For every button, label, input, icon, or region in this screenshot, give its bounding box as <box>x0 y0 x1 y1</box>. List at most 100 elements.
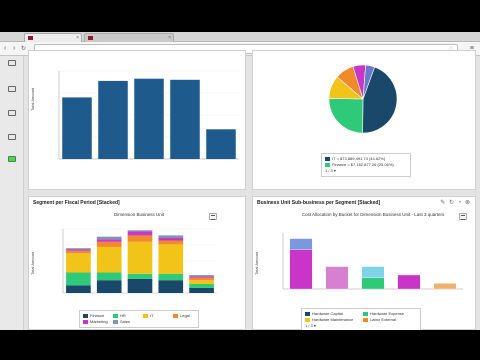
stacked-legend: Finance HR IT Legal Marketing Sales <box>79 310 199 328</box>
stacked-bar-segment <box>66 272 91 286</box>
stacked-bar-segment <box>127 230 153 232</box>
legend-item[interactable]: IT <box>143 313 173 319</box>
stacked-bar-segment <box>96 272 122 281</box>
app-sidebar <box>0 56 24 330</box>
stacked-bar-segment <box>66 249 91 251</box>
legend-label: Marketing <box>90 319 108 324</box>
stacked-bar-segment <box>96 246 122 273</box>
browser-window: × × ‹ › ↻ ☆ ≡ <box>0 32 480 330</box>
pie-slice <box>328 98 364 134</box>
legend-swatch <box>83 313 88 318</box>
panel-top-right: IT = $73,889,491.74 (44.62%) Finance = $… <box>252 50 476 190</box>
legend-item[interactable]: Legal <box>173 313 193 319</box>
stacked-bar-segment <box>158 280 184 293</box>
stacked-bar-segment <box>96 280 122 293</box>
legend-item[interactable]: Sales <box>113 319 143 325</box>
cost-allocation-chart <box>282 233 463 290</box>
bar-segment <box>325 266 349 290</box>
legend-label: Hardware Expense <box>370 311 405 316</box>
panel-top-left: Total Amount <box>28 50 246 190</box>
legend-swatch <box>325 156 330 161</box>
legend-label: HR <box>120 313 126 318</box>
stacked-bar-segment <box>127 231 153 236</box>
legend-swatch <box>83 319 88 324</box>
legend-label: Finance = $7,162,877.26 (25.06%) <box>332 162 394 167</box>
book-icon <box>8 134 16 140</box>
stacked-bar-segment <box>189 275 214 277</box>
stacked-bar-segment <box>96 239 122 242</box>
bar <box>62 97 92 159</box>
favicon-icon <box>28 36 33 40</box>
legend-swatch <box>113 319 118 324</box>
sidebar-item-3[interactable] <box>2 110 22 117</box>
legend-item[interactable]: Marketing <box>83 319 113 325</box>
stacked-bar-segment <box>66 248 91 250</box>
legend-pager[interactable]: 1 / 3 ▾ <box>305 323 417 329</box>
stacked-bar-segment <box>189 284 214 288</box>
stacked-bar-segment <box>96 241 122 247</box>
sidebar-item-2[interactable] <box>2 86 22 93</box>
browser-tab[interactable]: × <box>84 33 174 42</box>
stacked-bar-segment <box>96 236 122 240</box>
tab-strip: × × <box>0 32 480 42</box>
stacked-bar-segment <box>189 280 214 285</box>
stacked-bar-segment <box>158 235 184 238</box>
stacked-bar-segment <box>158 273 184 281</box>
close-icon[interactable]: × <box>168 35 171 41</box>
stacked-bar-segment <box>189 276 214 278</box>
reload-icon[interactable]: ↻ <box>21 45 26 52</box>
save-icon <box>8 156 16 162</box>
screen-bottom-bar <box>0 330 480 360</box>
bar-segment <box>433 283 457 290</box>
legend-swatch <box>305 317 310 322</box>
document-icon <box>8 86 16 92</box>
legend-swatch <box>325 162 330 167</box>
sidebar-item-5[interactable] <box>2 156 22 163</box>
legend-item[interactable]: Labor External <box>363 317 421 323</box>
back-icon[interactable]: ‹ <box>4 45 6 52</box>
pie-chart <box>328 64 398 134</box>
legend-swatch <box>113 313 118 318</box>
legend-swatch <box>143 313 148 318</box>
chevron-down-icon[interactable]: ▾ <box>314 323 316 328</box>
panel-bottom-left: Segment per Fiscal Period [Stacked] Dime… <box>28 196 246 330</box>
legend-pager[interactable]: 1 / 3 ▾ <box>325 168 407 174</box>
bar-segment <box>397 274 421 290</box>
close-icon[interactable]: × <box>76 35 79 41</box>
stacked-bar-segment <box>189 287 214 293</box>
browser-tab-active[interactable]: × <box>24 33 82 42</box>
favicon-icon <box>88 36 93 40</box>
stacked-bar-chart <box>62 228 217 294</box>
dashboard-area: Total Amount IT = $73,889,491.74 (44.62%… <box>24 50 480 330</box>
bar-segment <box>361 266 385 278</box>
stacked-bar-segment <box>127 241 153 274</box>
stacked-bar-segment <box>158 237 184 241</box>
bar-segment <box>289 249 313 290</box>
stacked-bar-segment <box>66 285 91 293</box>
screen: × × ‹ › ↻ ☆ ≡ <box>0 0 480 360</box>
forward-icon[interactable]: › <box>13 45 15 52</box>
bar <box>206 129 236 159</box>
chevron-down-icon[interactable]: ▾ <box>334 168 336 173</box>
pie-legend: IT = $73,889,491.74 (44.62%) Finance = $… <box>321 153 411 177</box>
legend-label: Hardware Maintenance <box>312 317 354 322</box>
pager-text: 1 / 3 <box>305 323 313 328</box>
bar <box>98 80 128 159</box>
stacked-bar-segment <box>158 240 184 245</box>
stacked-bar-segment <box>66 253 91 273</box>
stacked-bar-segment <box>66 250 91 254</box>
pager-text: 1 / 3 <box>325 168 333 173</box>
legend-label: Hardware Capital <box>312 311 343 316</box>
flag-icon <box>8 110 16 116</box>
legend-label: Legal <box>180 313 190 318</box>
stacked-bar-segment <box>127 278 153 293</box>
legend-label: Sales <box>120 319 131 324</box>
panel-bottom-right: Business Unit Sub-business per Segment [… <box>252 196 476 330</box>
sidebar-item-1[interactable] <box>2 60 22 67</box>
stacked-bar-segment <box>189 277 214 281</box>
legend-label: Finance <box>90 313 105 318</box>
legend-swatch <box>305 311 310 316</box>
legend-swatch <box>363 317 368 322</box>
sidebar-item-4[interactable] <box>2 134 22 141</box>
legend-label: IT <box>150 313 154 318</box>
